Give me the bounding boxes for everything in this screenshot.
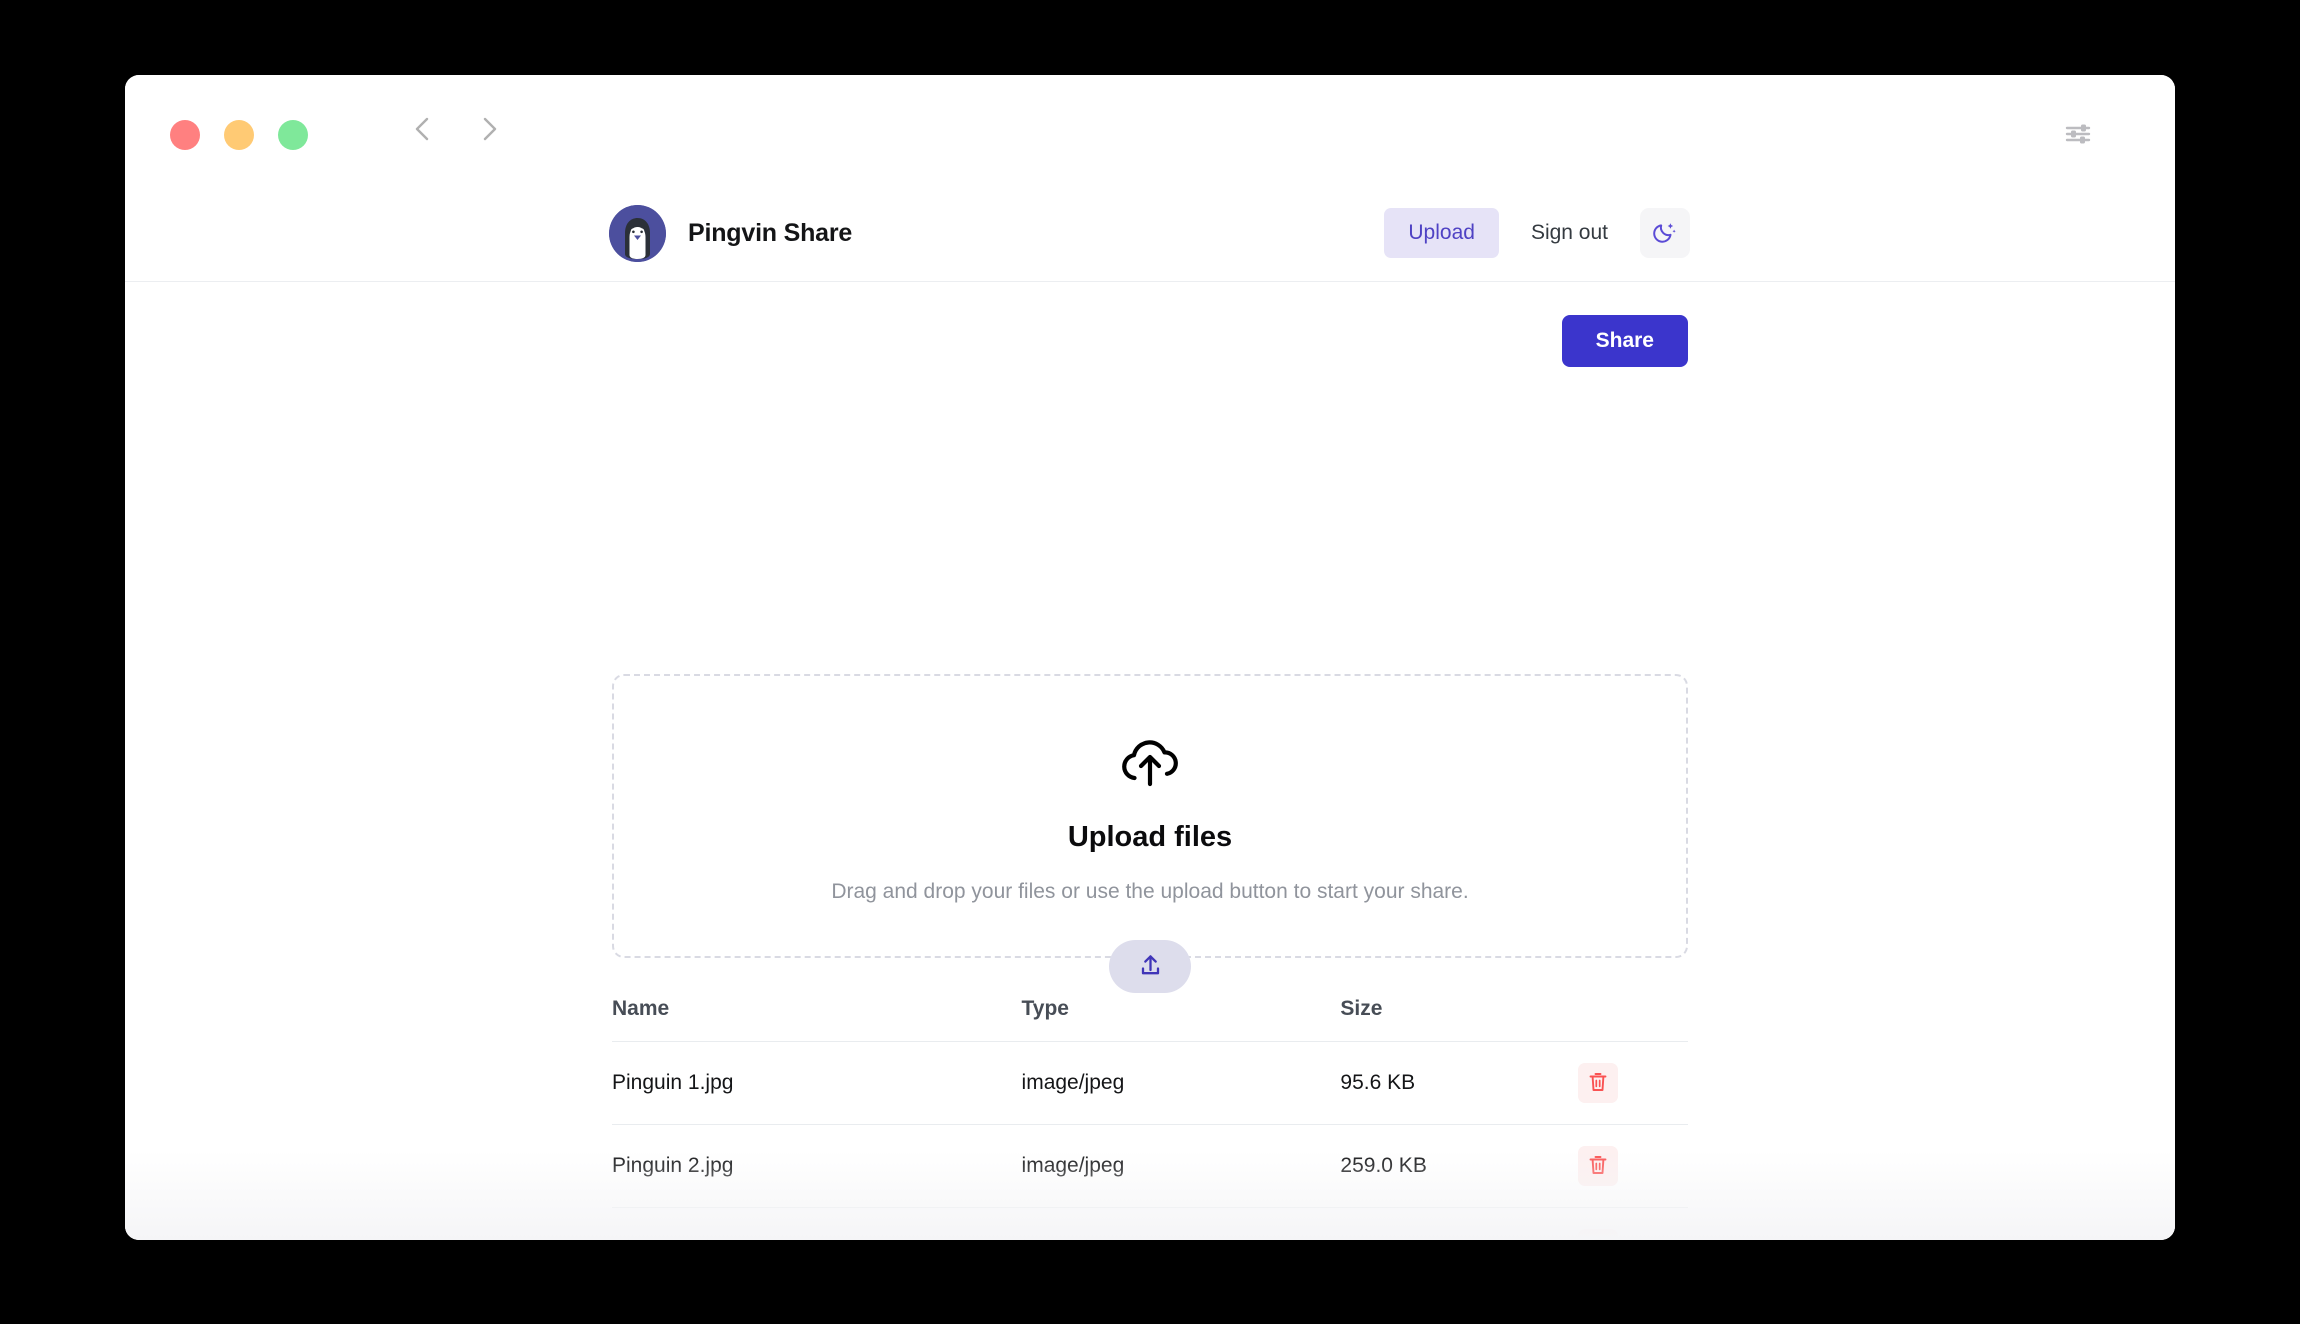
file-size-cell: 259.0 KB — [1340, 1124, 1578, 1208]
upload-arrow-icon — [1137, 952, 1164, 982]
theme-toggle-button[interactable] — [1640, 208, 1690, 258]
traffic-lights — [170, 120, 308, 150]
brand: Pingvin Share — [609, 205, 852, 262]
dropzone-title: Upload files — [1067, 821, 1233, 853]
penguin-logo-icon — [609, 205, 666, 262]
chevron-left-icon[interactable] — [410, 113, 436, 145]
maximize-window-button[interactable] — [278, 120, 308, 150]
file-name-cell: Pinguin 1.jpg — [612, 1041, 1022, 1125]
trash-icon — [1586, 1070, 1610, 1097]
table-row: Pinguin 3.jpgimage/jpeg1015.9 KB — [612, 1207, 1688, 1240]
file-name-cell: Pinguin 2.jpg — [612, 1124, 1022, 1208]
browser-window: Pingvin Share Upload Sign out Share Uplo… — [125, 75, 2175, 1240]
file-size-cell: 95.6 KB — [1340, 1041, 1578, 1125]
file-dropzone[interactable]: Upload files Drag and drop your files or… — [612, 674, 1688, 958]
trash-icon — [1586, 1236, 1610, 1240]
close-window-button[interactable] — [170, 120, 200, 150]
file-type-cell: image/jpeg — [1021, 1207, 1341, 1240]
main-content: Share Upload files Drag and drop your fi… — [125, 282, 2175, 1240]
column-header-name: Name — [612, 997, 1022, 1042]
file-size-cell: 1015.9 KB — [1340, 1207, 1578, 1240]
file-table: Name Type Size Pinguin 1.jpg image/jpeg 95… — [612, 997, 1688, 1240]
moon-stars-icon — [1652, 219, 1678, 248]
table-row: Pinguin 2.jpg image/jpeg 259.0 KB — [612, 1124, 1688, 1208]
upload-file-button[interactable] — [1109, 940, 1191, 993]
file-type-cell: image/jpeg — [1021, 1124, 1341, 1208]
window-chrome — [125, 75, 2175, 185]
column-header-actions — [1577, 997, 1688, 1042]
table-header-row: Name Type Size — [612, 997, 1688, 1042]
header-actions: Upload Sign out — [1384, 208, 1690, 258]
delete-file-button[interactable] — [1578, 1146, 1618, 1186]
file-table-head: Name Type Size — [612, 997, 1688, 1042]
share-row: Share — [612, 315, 1688, 367]
delete-file-button[interactable] — [1578, 1063, 1618, 1103]
app-header: Pingvin Share Upload Sign out — [125, 185, 2175, 282]
share-button[interactable]: Share — [1561, 315, 1688, 367]
file-table-body: Pinguin 1.jpg image/jpeg 95.6 KB Pinguin 2.… — [612, 1041, 1688, 1240]
file-name-cell: Pinguin 3.jpg — [612, 1207, 1022, 1240]
dropzone-description: Drag and drop your files or use the uplo… — [831, 880, 1469, 903]
upload-nav-button[interactable]: Upload — [1384, 208, 1499, 258]
minimize-window-button[interactable] — [224, 120, 254, 150]
column-header-type: Type — [1021, 997, 1341, 1042]
page-title: Pingvin Share — [688, 219, 853, 247]
table-row: Pinguin 1.jpg image/jpeg 95.6 KB — [612, 1041, 1688, 1125]
delete-file-button[interactable] — [1578, 1229, 1618, 1240]
sign-out-button[interactable]: Sign out — [1509, 208, 1630, 258]
file-type-cell: image/jpeg — [1021, 1041, 1341, 1125]
chevron-right-icon[interactable] — [476, 113, 502, 145]
sliders-icon[interactable] — [2061, 117, 2095, 156]
browser-navigation — [410, 113, 502, 145]
column-header-size: Size — [1340, 997, 1578, 1042]
cloud-upload-icon — [1116, 734, 1184, 795]
trash-icon — [1586, 1153, 1610, 1180]
